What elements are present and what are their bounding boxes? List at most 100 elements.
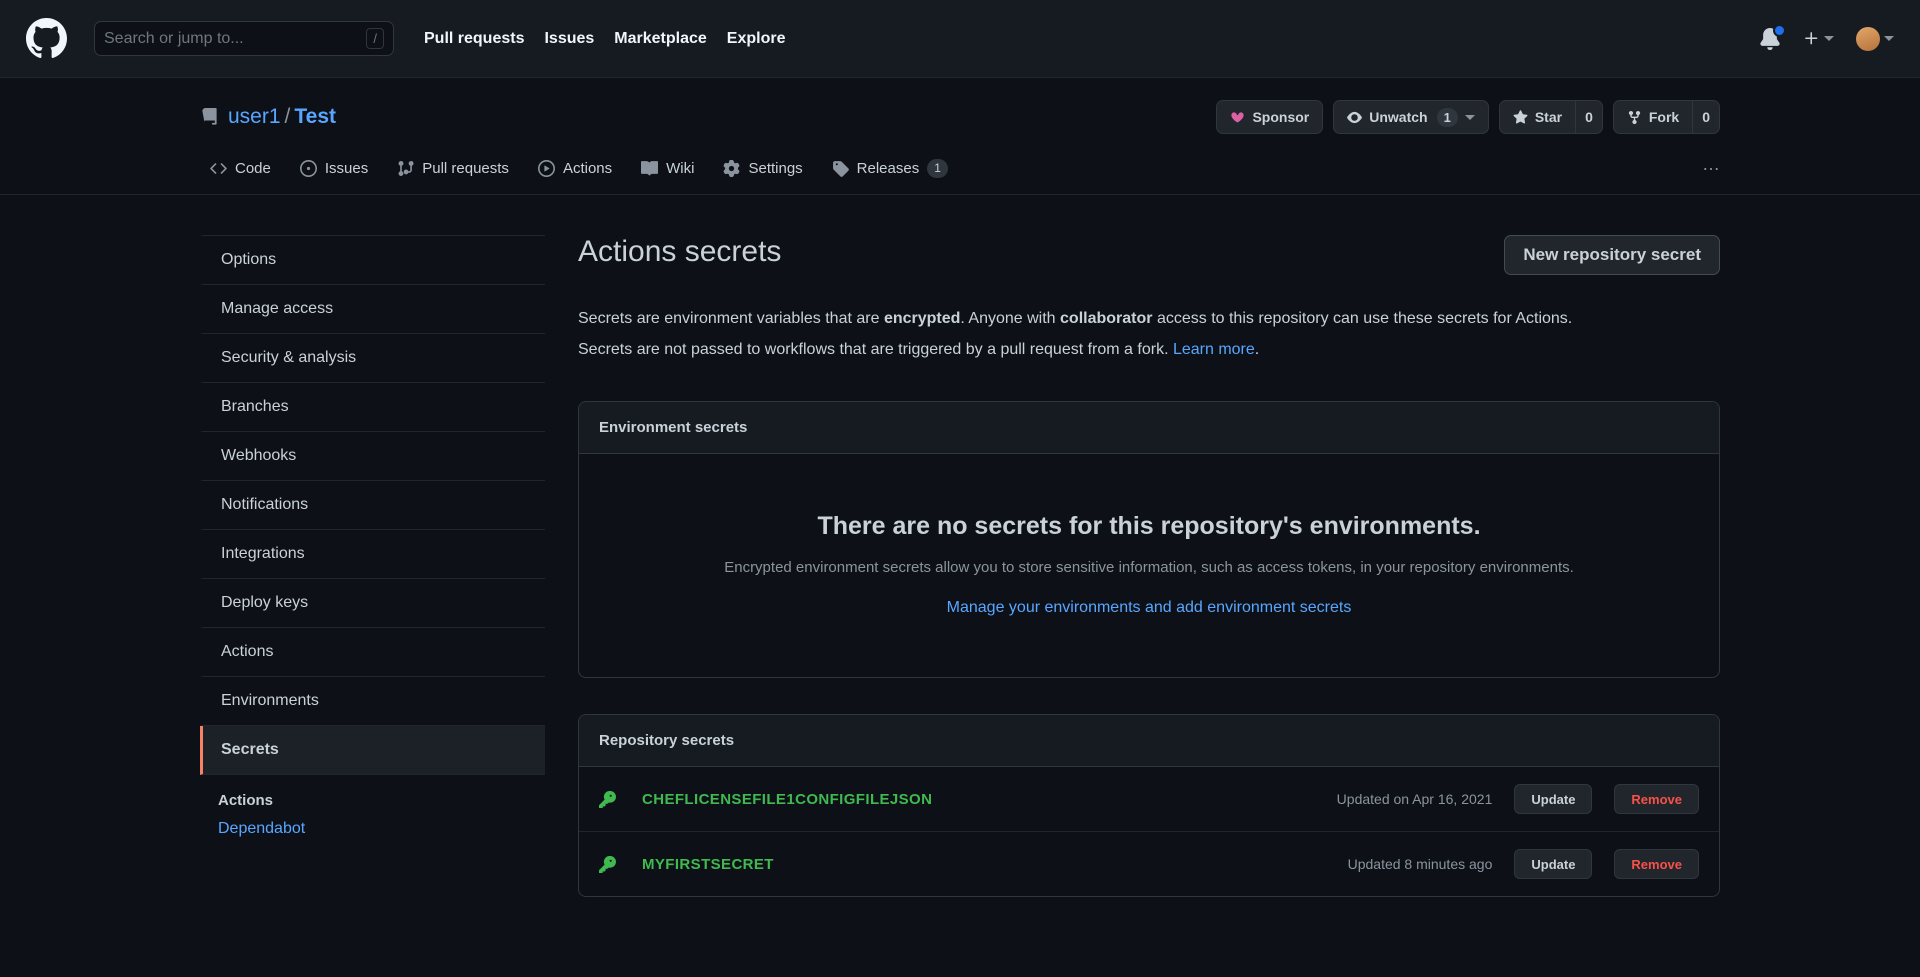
learn-more-link[interactable]: Learn more [1173,341,1255,358]
notification-indicator [1773,23,1786,37]
global-nav-explore[interactable]: Explore [727,30,786,48]
empty-state-link-wrap: Manage your environments and add environ… [599,599,1699,617]
sidebar-item-dependabot-link[interactable]: Dependabot [218,820,305,837]
description-text-2b: . [1254,341,1260,359]
eye-icon [1347,111,1363,123]
secret-updated-timestamp: Updated 8 minutes ago [1347,856,1493,873]
repo-nav-tabs: Code Issues Pull requests Actions Wiki S… [0,151,1920,195]
tab-issues[interactable]: Issues [290,152,378,193]
empty-state-title: There are no secrets for this repository… [817,512,1481,541]
tab-overflow-button[interactable]: … [1702,154,1720,191]
remove-secret-button[interactable]: Remove [1614,849,1699,880]
avatar [1856,26,1880,51]
fork-icon [1628,110,1640,124]
star-button-label: Star [1534,109,1563,125]
book-icon [641,161,659,176]
secret-name[interactable]: MYFIRSTSECRET [642,856,774,873]
tab-pull-requests-label: Pull requests [422,160,509,177]
git-pull-request-icon [398,161,414,176]
sidebar-item-options[interactable]: Options [200,235,545,285]
content-header: Actions secrets New repository secret [578,235,1720,275]
tab-code[interactable]: Code [200,152,281,193]
secret-updated-timestamp: Updated on Apr 16, 2021 [1336,791,1493,808]
chevron-down-icon [1824,36,1834,41]
plus-icon [1805,32,1818,45]
repo-title-row: user1/Test Sponsor Unwatch 1 Star 0 Fork… [200,100,1720,134]
key-icon [599,855,616,873]
sidebar-item-dependabot[interactable]: Dependabot [200,815,545,843]
environment-secrets-panel: Environment secrets There are no secrets… [578,401,1720,679]
issue-opened-icon [299,160,317,177]
sidebar-item-actions[interactable]: Actions [200,628,545,677]
remove-secret-button[interactable]: Remove [1614,784,1699,815]
environment-secrets-empty-state: There are no secrets for this repository… [579,454,1719,677]
sidebar-item-secrets[interactable]: Secrets [200,726,545,775]
fork-button[interactable]: Fork [1612,100,1693,134]
secrets-description: Secrets are environment variables that a… [578,303,1720,365]
update-secret-button[interactable]: Update [1514,849,1593,880]
fork-button-group: Fork 0 [1612,100,1720,134]
user-menu-button[interactable] [1856,26,1894,51]
tab-settings[interactable]: Settings [713,152,812,193]
sidebar-item-integrations[interactable]: Integrations [200,530,545,579]
description-text-1e: access to this repository can use these … [1152,310,1573,327]
sidebar-item-branches[interactable]: Branches [200,383,545,432]
sidebar-item-security-analysis[interactable]: Security & analysis [200,334,545,383]
tab-releases-badge: 1 [927,159,948,178]
settings-sidebar: Options Manage access Security & analysi… [200,235,545,897]
global-nav-marketplace[interactable]: Marketplace [614,30,707,48]
fork-button-label: Fork [1648,109,1680,125]
sidebar-item-deploy-keys[interactable]: Deploy keys [200,579,545,628]
code-icon [210,163,227,174]
repository-header: user1/Test Sponsor Unwatch 1 Star 0 Fork… [0,78,1920,195]
tab-pull-requests[interactable]: Pull requests [387,152,519,193]
description-text-1a: Secrets are environment variables that a… [578,310,884,327]
tab-actions[interactable]: Actions [528,152,622,193]
page-title: Actions secrets [578,235,782,268]
star-button[interactable]: Star [1498,100,1576,134]
tab-settings-label: Settings [748,160,803,177]
settings-content: Actions secrets New repository secret Se… [578,235,1720,898]
breadcrumb-repo-name[interactable]: Test [294,105,336,128]
tab-releases[interactable]: Releases 1 [822,151,958,194]
global-nav-pull-requests[interactable]: Pull requests [424,30,524,48]
star-count[interactable]: 0 [1575,100,1603,134]
breadcrumb-owner[interactable]: user1 [228,105,281,128]
watch-count: 1 [1436,107,1458,127]
search-input[interactable]: Search or jump to... / [94,21,394,56]
update-secret-button[interactable]: Update [1514,784,1593,815]
global-nav-issues[interactable]: Issues [544,30,594,48]
sidebar-item-manage-access[interactable]: Manage access [200,285,545,334]
chevron-down-icon [1884,36,1894,41]
create-new-button[interactable] [1803,30,1834,47]
global-header: Search or jump to... / Pull requests Iss… [0,0,1920,78]
breadcrumb-separator: / [284,105,291,128]
sidebar-item-notifications[interactable]: Notifications [200,481,545,530]
sidebar-item-environments[interactable]: Environments [200,677,545,726]
repository-secrets-header: Repository secrets [579,715,1719,768]
secret-name[interactable]: CHEFLICENSEFILE1CONFIGFILEJSON [642,791,932,808]
header-right-controls [1759,23,1894,51]
sidebar-item-webhooks[interactable]: Webhooks [200,432,545,481]
description-text-2a: Secrets are not passed to workflows that… [578,341,1173,359]
star-icon [1513,109,1528,124]
play-icon [537,160,555,177]
breadcrumb: user1/Test [228,105,336,129]
notifications-button[interactable] [1759,23,1786,50]
fork-count[interactable]: 0 [1692,100,1720,134]
description-line-1: Secrets are environment variables that a… [578,303,1720,334]
search-placeholder: Search or jump to... [104,29,244,47]
description-text-encrypted: encrypted [883,310,961,327]
sponsor-button-label: Sponsor [1252,109,1310,125]
manage-environments-link[interactable]: Manage your environments and add environ… [947,599,1352,616]
global-nav: Pull requests Issues Marketplace Explore [424,30,785,48]
tab-actions-label: Actions [562,160,613,177]
sponsor-button[interactable]: Sponsor [1216,100,1324,134]
new-repository-secret-button[interactable]: New repository secret [1504,235,1720,275]
unwatch-button[interactable]: Unwatch 1 [1333,100,1489,134]
tab-code-label: Code [235,160,271,177]
repo-action-buttons: Sponsor Unwatch 1 Star 0 Fork 0 [1216,100,1720,134]
tab-wiki[interactable]: Wiki [631,152,704,193]
github-mark-icon[interactable] [26,18,67,59]
heart-icon [1231,111,1245,123]
